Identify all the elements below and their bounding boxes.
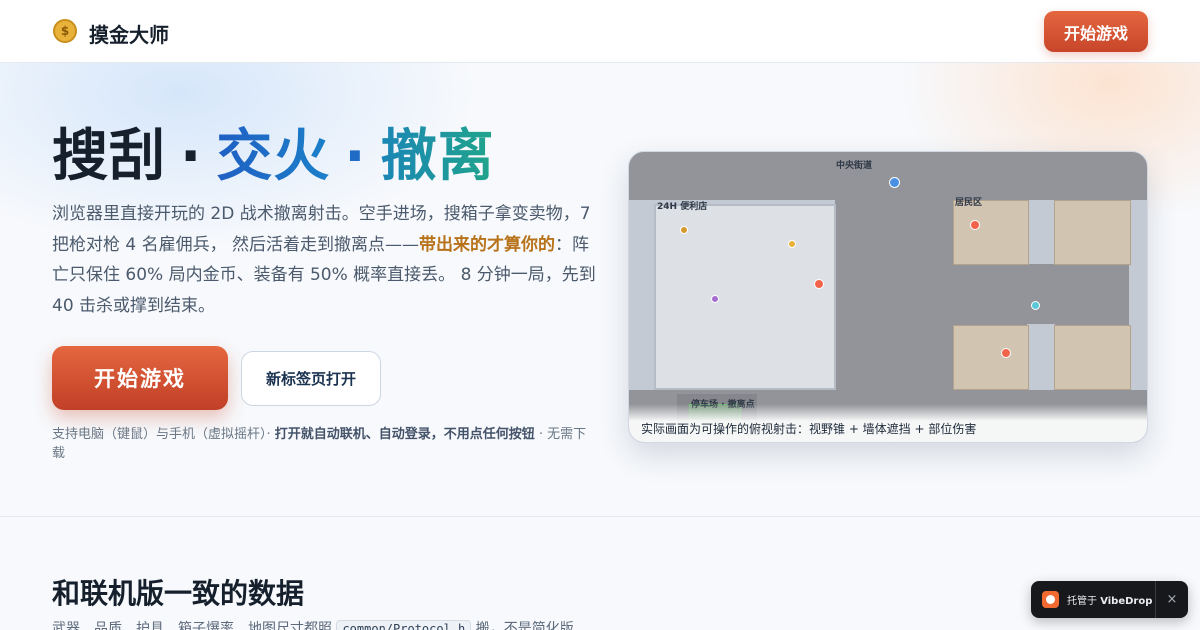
header-start-game-button[interactable]: 开始游戏 [1044, 11, 1148, 52]
map-label-store: 24H 便利店 [657, 202, 708, 212]
hero-description-highlight: 带出来的才算你的 [419, 234, 556, 255]
section-title: 和联机版一致的数据 [52, 577, 305, 610]
teammate-marker [1031, 301, 1040, 310]
loot-marker [680, 226, 688, 234]
preview-caption: 实际画面为可操作的俯视射击：视野锥 + 墙体遮挡 + 部位伤害 [629, 404, 1147, 442]
player-marker [889, 177, 900, 188]
house [953, 200, 1029, 265]
sidewalk [1129, 200, 1147, 390]
close-icon[interactable]: × [1162, 589, 1182, 609]
hero-title-separator: · [344, 124, 367, 189]
map-label-main-street: 中央街道 [836, 161, 873, 171]
house [953, 325, 1029, 390]
loot-marker [788, 240, 796, 248]
site-header: $ 摸金大师 开始游戏 [0, 0, 1200, 63]
open-new-tab-button[interactable]: 新标签页打开 [241, 351, 381, 406]
hero-title-firefight: 交火 [216, 124, 331, 189]
hero-title-loot: 搜刮 [52, 124, 166, 189]
badge-divider [1155, 581, 1156, 618]
enemy-marker [814, 279, 824, 289]
hero-title-extract: 撤离 [380, 124, 495, 189]
platform-note: 支持电脑（键鼠）与手机（虚拟摇杆）· 打开就自动联机、自动登录，不用点任何按钮 … [52, 427, 587, 461]
hero-title-separator: · [180, 124, 203, 189]
house [1054, 325, 1131, 390]
app-name: 摸金大师 [89, 23, 169, 47]
section-subtitle: 武器、品质、护具、箱子爆率、地图尺寸都照 common/Protocol.h 搬… [52, 618, 574, 630]
enemy-marker [1001, 348, 1011, 358]
hosted-badge[interactable]: 托管于 VibeDrop × [1031, 581, 1188, 618]
sidewalk [1027, 200, 1055, 264]
loot-marker [711, 295, 719, 303]
hero-section: 搜刮 · 交火 · 撤离 浏览器里直接开玩的 2D 战术撤离射击。空手进场，搜箱子拿变卖… [0, 63, 1200, 517]
house [1054, 200, 1131, 265]
start-game-button[interactable]: 开始游戏 [52, 346, 228, 410]
sidewalk [629, 200, 655, 390]
platform-note-bold: 打开就自动联机、自动登录，不用点任何按钮 [274, 427, 535, 442]
map-label-residential: 居民区 [955, 198, 983, 208]
protocol-file-code: common/Protocol.h [336, 620, 472, 630]
hero-description: 浏览器里直接开玩的 2D 战术撤离射击。空手进场，搜箱子拿变卖物，7 把枪对枪 … [52, 204, 596, 316]
vibedrop-logo-icon [1042, 591, 1059, 608]
hosted-badge-text: 托管于 VibeDrop [1067, 596, 1153, 607]
enemy-marker [970, 220, 980, 230]
sidewalk [1027, 324, 1055, 390]
coin-logo-icon: $ [53, 19, 77, 43]
game-preview[interactable]: 中央街道 24H 便利店 居民区 停车场 · 撤离点 实际画面为可操作的俯视射击… [628, 151, 1148, 443]
hero-title: 搜刮 · 交火 · 撤离 [52, 123, 495, 191]
